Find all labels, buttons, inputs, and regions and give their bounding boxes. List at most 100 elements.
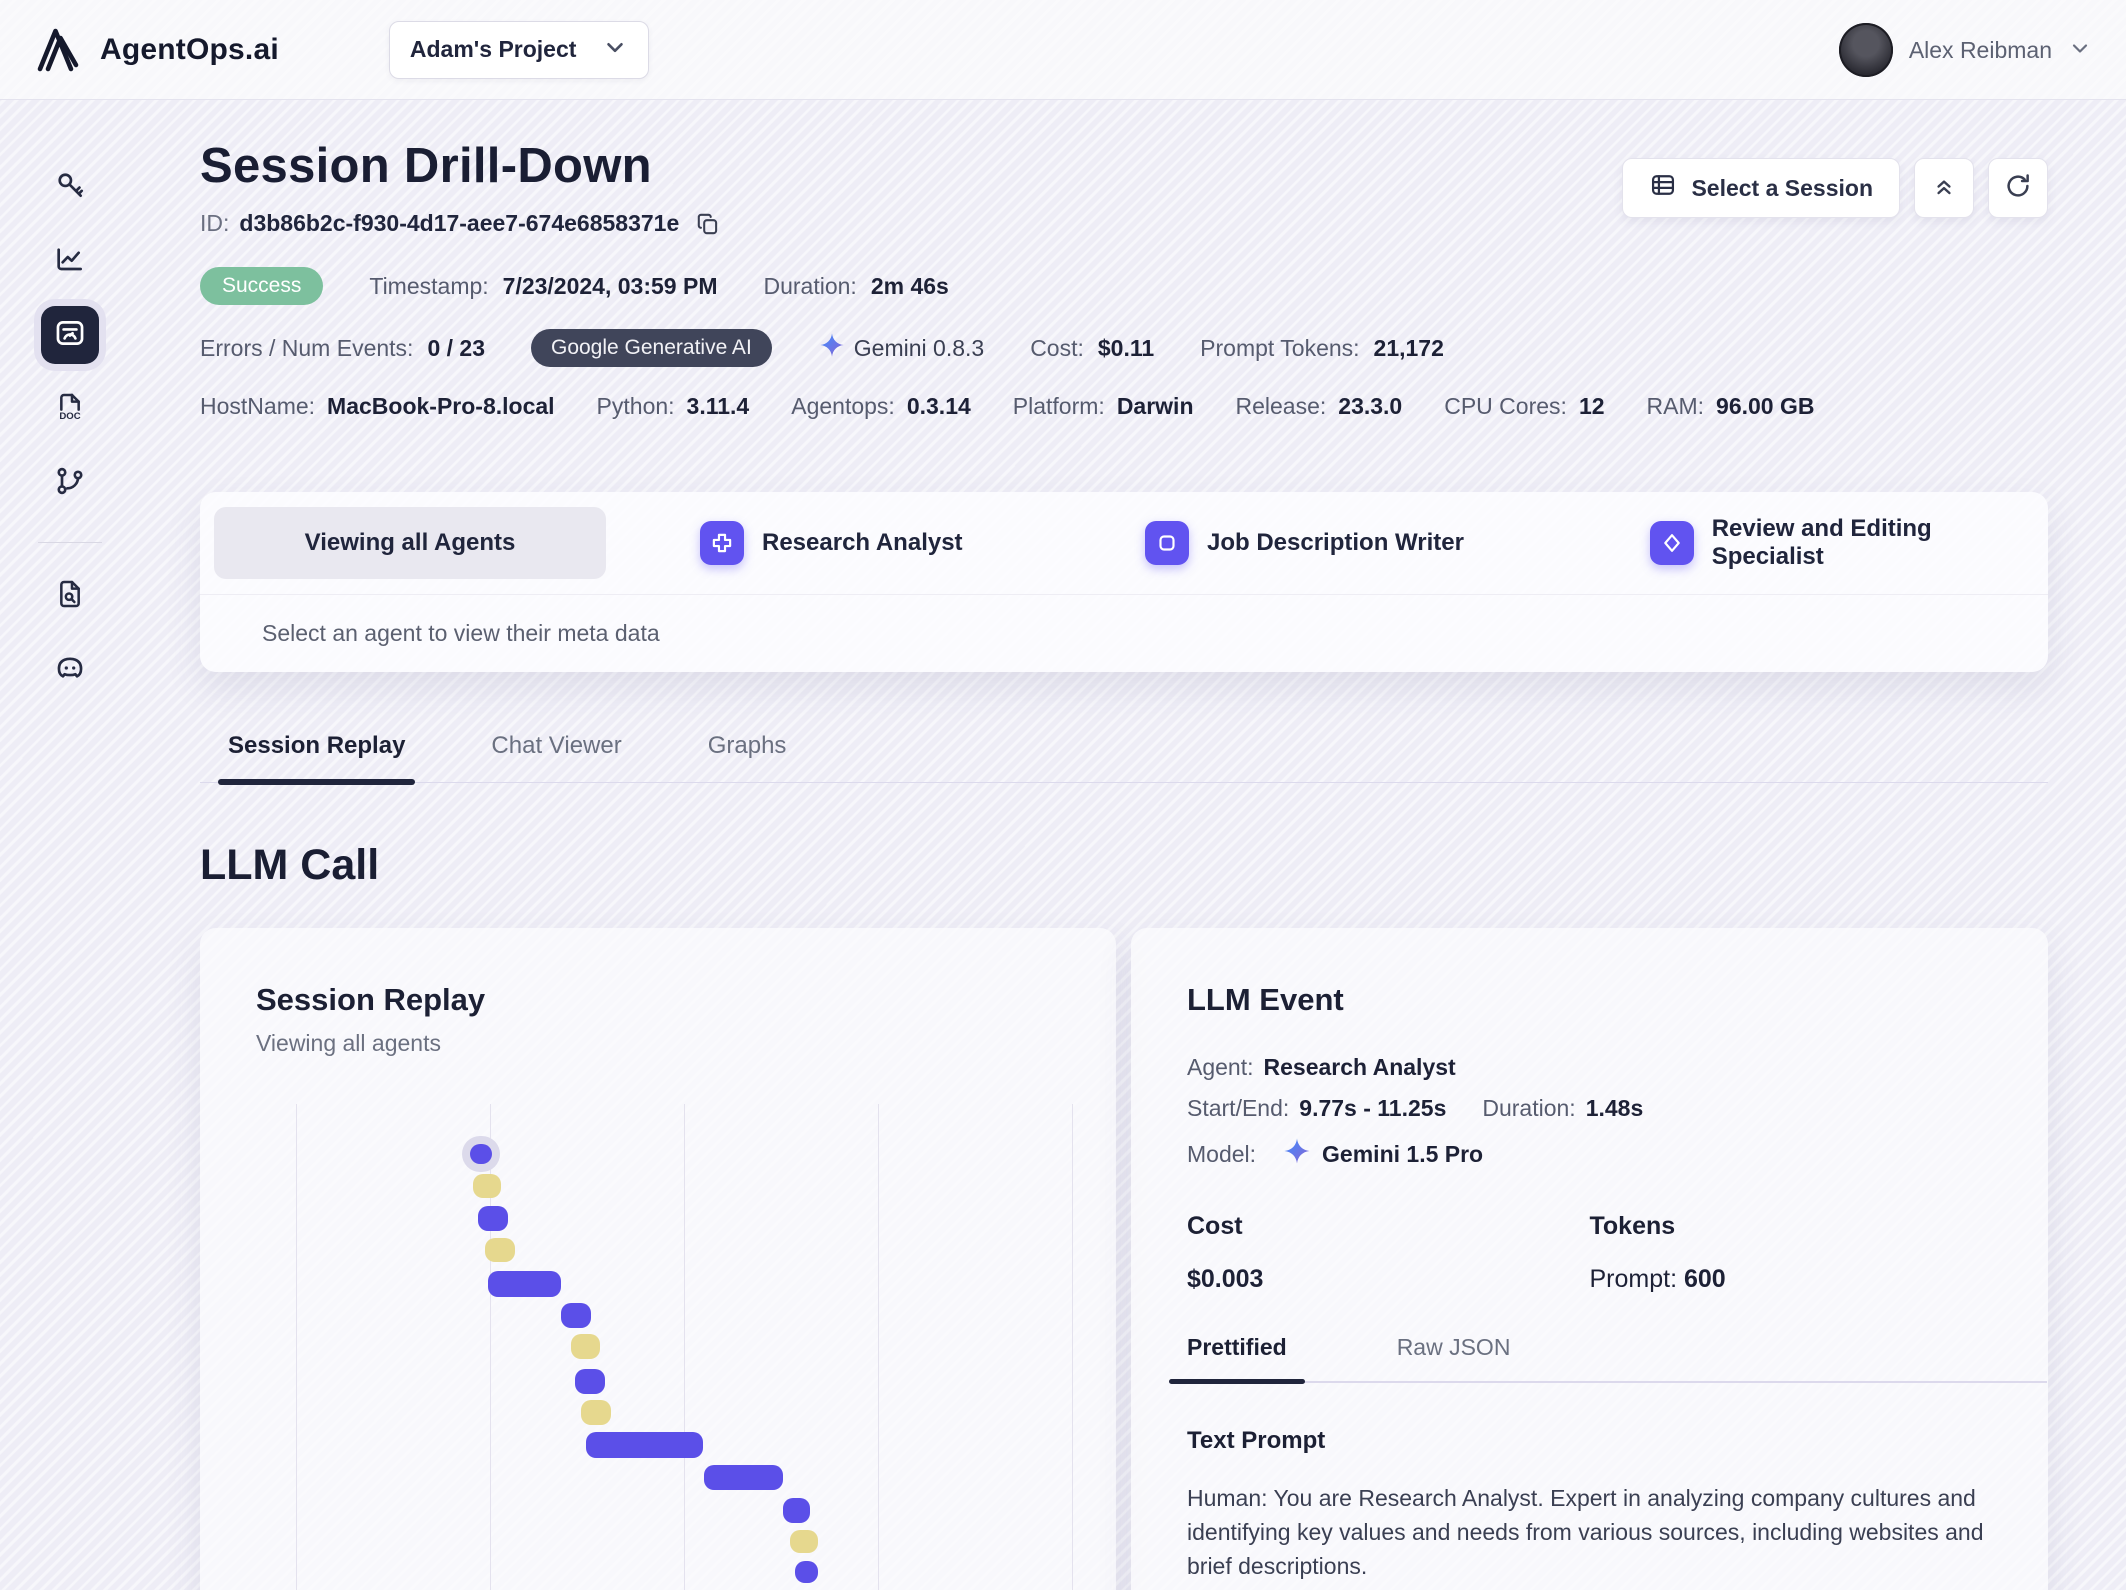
chevron-down-icon xyxy=(602,34,628,65)
project-selector[interactable]: Adam's Project xyxy=(388,20,650,79)
event-tabs: Prettified Raw JSON xyxy=(1169,1334,2047,1384)
event-agent-row: Agent: Research Analyst xyxy=(1187,1054,1992,1081)
tab-session-replay[interactable]: Session Replay xyxy=(217,732,416,785)
brand[interactable]: AgentOps.ai xyxy=(30,19,279,80)
tab-prettified[interactable]: Prettified xyxy=(1169,1334,1305,1384)
release-value: 23.3.0 xyxy=(1338,393,1403,419)
user-name: Alex Reibman xyxy=(1908,36,2052,63)
chevron-down-icon xyxy=(2068,36,2092,65)
replay-bar-tool[interactable] xyxy=(571,1334,600,1359)
text-prompt-heading: Text Prompt xyxy=(1187,1427,1326,1454)
cards-row: Session Replay Viewing all agents LLM Ev… xyxy=(200,928,2048,1590)
tab-raw-json[interactable]: Raw JSON xyxy=(1397,1334,1511,1381)
sidebar-item-discord[interactable] xyxy=(41,641,99,699)
sidebar-item-integrations[interactable] xyxy=(41,454,99,512)
page: AgentOps.ai Adam's Project Alex Reibman xyxy=(0,0,2126,1590)
python-label: Python: xyxy=(596,393,675,419)
agent-square-icon xyxy=(1145,521,1189,565)
agents-hint: Select an agent to view their meta data xyxy=(200,594,2048,672)
chart-gridline xyxy=(878,1104,879,1590)
avatar xyxy=(1838,23,1893,77)
replay-bar-llm[interactable] xyxy=(470,1144,492,1164)
replay-bar-llm[interactable] xyxy=(561,1303,591,1328)
agents-tab-row: Viewing all Agents Research Analyst Job … xyxy=(200,492,2048,594)
sidebar-item-session-drill-down[interactable] xyxy=(41,306,99,364)
tab-chat-viewer[interactable]: Chat Viewer xyxy=(491,732,621,782)
chart-gridline xyxy=(1072,1104,1073,1590)
sidebar: DOC xyxy=(0,100,140,1590)
event-cost-heading: Cost xyxy=(1187,1212,1243,1240)
session-id-row: ID: d3b86b2c-f930-4d17-aee7-674e6858371e xyxy=(200,210,2048,237)
agentops-version-label: Agentops: xyxy=(791,393,895,419)
ram-value: 96.00 GB xyxy=(1716,393,1815,419)
sidebar-item-docs[interactable]: DOC xyxy=(41,380,99,438)
duration-label: Duration: xyxy=(763,272,857,299)
file-search-icon xyxy=(54,578,86,615)
agent-tab-job-description-writer[interactable]: Job Description Writer xyxy=(1145,521,1464,565)
page-title: Session Drill-Down xyxy=(200,139,652,193)
replay-bar-tool[interactable] xyxy=(581,1400,611,1425)
event-model-value: Gemini 1.5 Pro xyxy=(1322,1140,1484,1167)
user-menu[interactable]: Alex Reibman xyxy=(1838,0,2092,100)
gemini-version-label: Gemini 0.8.3 xyxy=(853,334,985,361)
cost-label: Cost: xyxy=(1030,334,1084,361)
replay-bar-llm[interactable] xyxy=(783,1498,810,1523)
session-replay-card: Session Replay Viewing all agents xyxy=(200,928,1116,1590)
sidebar-divider xyxy=(38,542,102,543)
event-cost-tokens: Cost $0.003 Tokens Prompt: 600 xyxy=(1187,1212,1992,1294)
gemini-version: Gemini 0.8.3 xyxy=(818,331,984,365)
viewing-all-agents-tab[interactable]: Viewing all Agents xyxy=(214,507,606,579)
replay-bar-tool[interactable] xyxy=(790,1530,818,1553)
agent-tab-review-editing-specialist[interactable]: Review and Editing Specialist xyxy=(1650,515,2048,571)
replay-bar-llm[interactable] xyxy=(575,1369,605,1394)
agentops-version-value: 0.3.14 xyxy=(906,393,971,419)
replay-bar-llm[interactable] xyxy=(586,1432,703,1458)
copy-icon[interactable] xyxy=(695,211,721,237)
event-model-label: Model: xyxy=(1187,1140,1257,1167)
platform-value: Darwin xyxy=(1116,393,1194,419)
duration-value: 2m 46s xyxy=(870,272,949,299)
sidebar-item-logs[interactable] xyxy=(41,567,99,625)
replay-bar-tool[interactable] xyxy=(473,1174,501,1198)
text-prompt-body: Human: You are Research Analyst. Expert … xyxy=(1187,1485,1984,1590)
gemini-star-icon xyxy=(818,331,846,365)
event-tokens-heading: Tokens xyxy=(1589,1212,1676,1240)
sidebar-item-api-keys[interactable] xyxy=(41,158,99,216)
event-prompt-label: Prompt: xyxy=(1589,1265,1678,1293)
session-id-label: ID: xyxy=(200,210,230,236)
event-startend-label: Start/End: xyxy=(1187,1095,1290,1121)
key-icon xyxy=(54,169,86,206)
agent-cross-icon xyxy=(700,521,744,565)
agentops-logo-icon xyxy=(30,19,86,80)
ram-label: RAM: xyxy=(1646,393,1705,419)
replay-bar-llm[interactable] xyxy=(488,1271,561,1297)
line-chart-icon xyxy=(54,243,86,280)
chart-gridline xyxy=(684,1104,685,1590)
event-startend-value: 9.77s - 11.25s xyxy=(1299,1095,1447,1121)
replay-bar-tool[interactable] xyxy=(485,1238,515,1262)
sidebar-item-analytics[interactable] xyxy=(41,232,99,290)
doc-file-icon: DOC xyxy=(54,391,86,428)
replay-bar-llm[interactable] xyxy=(704,1465,783,1490)
replay-chart xyxy=(200,1104,1116,1590)
event-agent-label: Agent: xyxy=(1187,1054,1254,1080)
replay-bar-llm[interactable] xyxy=(478,1206,508,1231)
cost-value: $0.11 xyxy=(1097,334,1155,361)
cpu-cores-value: 12 xyxy=(1578,393,1605,419)
platform-label: Platform: xyxy=(1012,393,1105,419)
tab-graphs[interactable]: Graphs xyxy=(708,732,787,782)
event-agent-value: Research Analyst xyxy=(1263,1054,1456,1080)
event-model-row: Model: Gemini 1.5 Pro xyxy=(1187,1136,1992,1172)
llm-event-title: LLM Event xyxy=(1187,982,1344,1017)
git-branch-icon xyxy=(54,465,86,502)
prompt-tokens-value: 21,172 xyxy=(1373,334,1444,361)
discord-icon xyxy=(53,651,87,690)
cpu-cores-label: CPU Cores: xyxy=(1444,393,1567,419)
top-bar: AgentOps.ai Adam's Project Alex Reibman xyxy=(0,0,2126,100)
timestamp-label: Timestamp: xyxy=(369,272,489,299)
release-label: Release: xyxy=(1235,393,1327,419)
replay-bar-llm[interactable] xyxy=(795,1561,818,1583)
view-tabs: Session Replay Chat Viewer Graphs xyxy=(200,732,2048,785)
host-label: HostName: xyxy=(200,393,316,419)
agent-tab-research-analyst[interactable]: Research Analyst xyxy=(700,521,963,565)
